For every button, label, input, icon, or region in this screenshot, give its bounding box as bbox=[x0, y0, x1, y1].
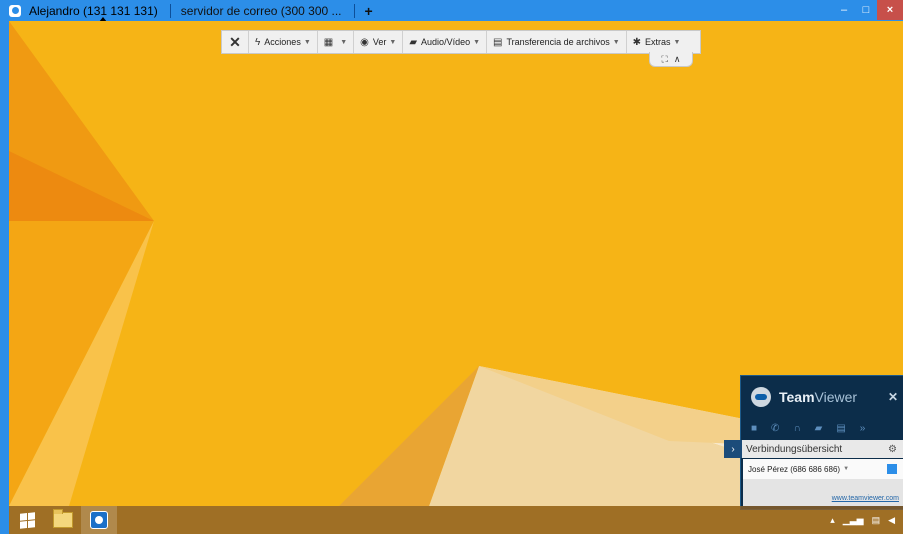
phone-icon[interactable]: ✆ bbox=[771, 423, 779, 434]
toolbar-collapse-tab[interactable]: ⛶ ∧ bbox=[649, 52, 693, 67]
new-tab-button[interactable]: + bbox=[365, 3, 373, 19]
minimize-button[interactable]: – bbox=[833, 0, 855, 20]
volume-icon[interactable]: ◀ bbox=[888, 515, 895, 526]
teamviewer-logo-icon bbox=[751, 387, 771, 407]
connection-row[interactable]: José Pérez (686 686 686) ▼ bbox=[743, 459, 903, 479]
teamviewer-icon bbox=[90, 511, 108, 529]
connection-overview-header[interactable]: › Verbindungsübersicht ⚙ bbox=[724, 440, 903, 458]
window-controls: – □ × bbox=[833, 0, 903, 20]
start-button[interactable] bbox=[9, 506, 45, 534]
dropdown-arrow-icon: ▼ bbox=[340, 38, 348, 46]
eye-icon: ◉ bbox=[360, 36, 369, 48]
windows-logo-icon bbox=[19, 511, 35, 529]
tab-servidor-de-correo[interactable]: servidor de correo (300 300 ... bbox=[175, 0, 350, 21]
dropdown-arrow-icon: ▼ bbox=[303, 38, 311, 46]
end-session-button[interactable]: ✕ bbox=[222, 34, 248, 51]
toolbar-acciones[interactable]: ϟ Acciones ▼ bbox=[248, 31, 317, 53]
files-icon[interactable]: ▤ bbox=[836, 423, 845, 434]
video-icon[interactable]: ■ bbox=[751, 423, 757, 434]
brand-bold: Team bbox=[779, 389, 815, 405]
teamviewer-panel-header: TeamViewer ✕ bbox=[741, 376, 903, 418]
connection-overview-title: Verbindungsübersicht bbox=[746, 443, 843, 455]
tab-separator bbox=[169, 3, 171, 18]
collapse-icon[interactable]: ∧ bbox=[674, 54, 681, 65]
toolbar-ver[interactable]: ◉ Ver ▼ bbox=[353, 31, 402, 53]
fullscreen-icon[interactable]: ⛶ bbox=[662, 54, 668, 65]
taskbar: ▴ ▁▃▅ ▤ ◀ bbox=[9, 506, 903, 534]
teamviewer-website-link[interactable]: www.teamviewer.com bbox=[832, 495, 899, 502]
expand-arrow-icon[interactable]: › bbox=[724, 440, 742, 458]
teamviewer-footer: www.teamviewer.com bbox=[743, 479, 903, 506]
toolbar-acciones-label: Acciones bbox=[264, 37, 301, 47]
chat-icon[interactable]: ▰ bbox=[815, 423, 823, 434]
panel-icon-bar: ■ ✆ ∩ ▰ ▤ » bbox=[741, 418, 903, 438]
gear-icon[interactable]: ⚙ bbox=[888, 444, 897, 455]
cursor-toggle-icon[interactable] bbox=[887, 464, 897, 474]
toolbar-audio-video-label: Audio/Vídeo bbox=[421, 37, 471, 47]
teamviewer-brand: TeamViewer bbox=[779, 389, 857, 405]
lightning-icon: ϟ bbox=[255, 36, 261, 48]
dropdown-arrow-icon: ▼ bbox=[673, 38, 681, 46]
tray-arrow-icon[interactable]: ▴ bbox=[830, 515, 835, 526]
chat-icon: ▰ bbox=[409, 36, 418, 48]
connection-name: José Pérez (686 686 686) bbox=[748, 464, 841, 474]
toolbar-transferencia[interactable]: ▤ Transferencia de archivos ▼ bbox=[486, 31, 626, 53]
toolbar-grid[interactable]: ▦ ▼ bbox=[316, 31, 353, 53]
dropdown-arrow-icon: ▼ bbox=[473, 38, 481, 46]
teamviewer-app-icon bbox=[9, 4, 21, 17]
close-button[interactable]: × bbox=[877, 0, 903, 20]
folder-icon bbox=[53, 509, 73, 528]
toolbar-extras-label: Extras bbox=[645, 37, 671, 47]
window-left-border bbox=[0, 21, 9, 534]
system-tray: ▴ ▁▃▅ ▤ ◀ bbox=[830, 506, 895, 534]
extras-icon: ✱ bbox=[632, 36, 642, 48]
brand-light: Viewer bbox=[814, 389, 858, 405]
toolbar-extras[interactable]: ✱ Extras ▼ bbox=[625, 31, 687, 53]
maximize-button[interactable]: □ bbox=[855, 0, 877, 20]
signal-icon[interactable]: ▁▃▅ bbox=[843, 515, 864, 526]
dropdown-arrow-icon: ▼ bbox=[389, 38, 397, 46]
more-icon[interactable]: » bbox=[860, 423, 866, 434]
files-icon: ▤ bbox=[493, 36, 503, 48]
window-titlebar: Alejandro (131 131 131) servidor de corr… bbox=[0, 0, 903, 22]
tab-alejandro[interactable]: Alejandro (131 131 131) bbox=[27, 0, 166, 22]
panel-close-icon[interactable]: ✕ bbox=[888, 390, 898, 404]
teamviewer-taskbar-button[interactable] bbox=[81, 506, 117, 534]
network-icon[interactable]: ▤ bbox=[872, 515, 881, 526]
grid-icon: ▦ bbox=[323, 36, 334, 48]
dropdown-arrow-icon[interactable]: ▼ bbox=[843, 466, 849, 472]
toolbar-transferencia-label: Transferencia de archivos bbox=[506, 37, 610, 47]
tab-separator bbox=[353, 3, 355, 18]
headset-icon[interactable]: ∩ bbox=[793, 423, 800, 434]
toolbar-ver-label: Ver bbox=[372, 37, 387, 47]
file-explorer-button[interactable] bbox=[45, 506, 81, 534]
toolbar-audio-video[interactable]: ▰ Audio/Vídeo ▼ bbox=[402, 31, 486, 53]
teamviewer-toolbar: ✕ ϟ Acciones ▼ ▦ ▼ ◉ Ver ▼ ▰ Audio/Vídeo… bbox=[221, 30, 701, 54]
dropdown-arrow-icon: ▼ bbox=[612, 38, 620, 46]
